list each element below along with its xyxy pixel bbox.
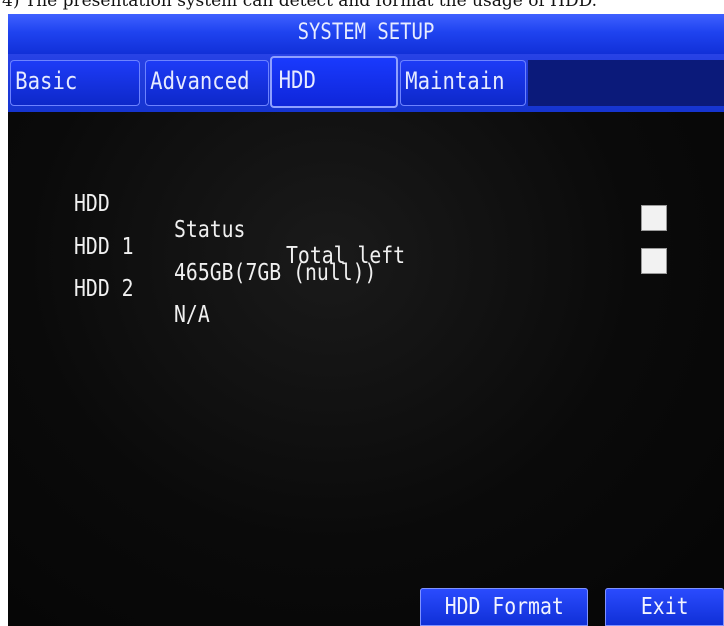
row-hdd-name: HDD 2	[74, 276, 134, 302]
hdd-1-checkbox[interactable]	[641, 205, 667, 231]
dvr-screen: SYSTEM SETUP Basic Advanced HDD Maintain…	[8, 14, 724, 626]
tab-maintain-label: Maintain	[405, 67, 505, 95]
header-status: Status	[174, 217, 246, 243]
row-hdd-info: N/A	[174, 302, 210, 328]
tab-advanced-label: Advanced	[150, 67, 250, 95]
exit-button[interactable]: Exit	[605, 588, 724, 626]
page-caption-text: 4) The presentation system can detect an…	[2, 0, 598, 11]
hdd-format-button[interactable]: HDD Format	[420, 588, 588, 626]
tab-advanced[interactable]: Advanced	[145, 60, 269, 106]
table-row: HDD 2 N/A	[74, 250, 210, 354]
row-hdd-info: 465GB(7GB (null))	[174, 260, 377, 286]
tab-maintain[interactable]: Maintain	[400, 60, 526, 106]
exit-label: Exit	[640, 594, 689, 620]
page-caption: 4) The presentation system can detect an…	[0, 0, 724, 14]
hdd-2-checkbox[interactable]	[641, 248, 667, 274]
window-title-bar: SYSTEM SETUP	[8, 14, 724, 54]
window-title: SYSTEM SETUP	[297, 20, 435, 45]
tab-basic-label: Basic	[15, 67, 78, 95]
hdd-format-label: HDD Format	[444, 594, 564, 620]
tab-hdd[interactable]: HDD	[270, 56, 398, 108]
tab-hdd-label: HDD	[278, 66, 316, 94]
tab-basic[interactable]: Basic	[10, 60, 140, 106]
tab-bar-filler	[528, 60, 724, 106]
tab-bar: Basic Advanced HDD Maintain	[8, 54, 724, 112]
